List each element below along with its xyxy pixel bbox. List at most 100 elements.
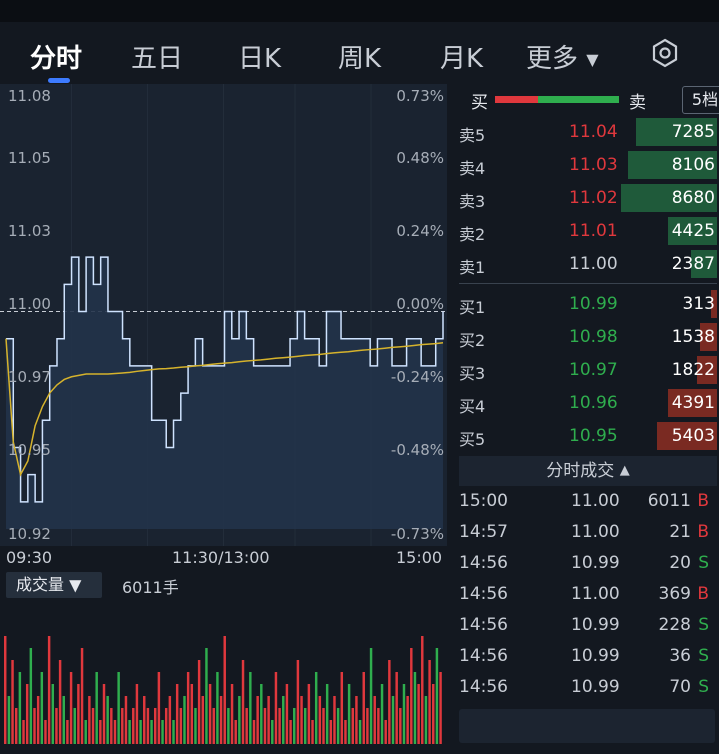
ask-level-row[interactable]: 卖5 11.04 7285 bbox=[459, 117, 717, 147]
volume-bar bbox=[121, 708, 124, 744]
ask-level-row[interactable]: 卖2 11.01 4425 bbox=[459, 216, 717, 246]
price-tick: 10.97 bbox=[8, 368, 51, 386]
trade-time: 14:56 bbox=[459, 677, 508, 697]
time-tick-open: 09:30 bbox=[6, 548, 53, 567]
level-price: 11.00 bbox=[569, 254, 618, 274]
level-volume: 5403 bbox=[671, 426, 715, 446]
volume-bar bbox=[22, 720, 25, 744]
volume-bar bbox=[260, 684, 263, 744]
bid-level-row[interactable]: 买2 10.98 1538 bbox=[459, 322, 717, 352]
trade-volume: 36 bbox=[669, 646, 691, 666]
volume-bar bbox=[366, 708, 369, 744]
trade-time: 14:56 bbox=[459, 553, 508, 573]
volume-bar bbox=[51, 684, 55, 744]
trade-time: 14:56 bbox=[459, 584, 508, 604]
volume-bar bbox=[238, 696, 241, 744]
volume-bar bbox=[128, 720, 131, 744]
volume-bar bbox=[289, 720, 292, 744]
trade-time: 14:56 bbox=[459, 646, 508, 666]
volume-bar bbox=[216, 672, 219, 744]
tab-weekly-k[interactable]: 周K bbox=[338, 38, 381, 75]
volume-bar bbox=[293, 708, 296, 744]
bid-level-row[interactable]: 买5 10.95 5403 bbox=[459, 421, 717, 451]
time-tick-midday: 11:30/13:00 bbox=[172, 548, 270, 567]
volume-bar bbox=[33, 708, 36, 744]
volume-bar bbox=[117, 672, 120, 744]
volume-selector[interactable]: 成交量 ▼ bbox=[6, 572, 102, 598]
level-price: 10.96 bbox=[569, 393, 618, 413]
volume-bar bbox=[395, 672, 398, 744]
trade-price: 10.99 bbox=[571, 677, 620, 697]
volume-bar bbox=[325, 684, 329, 744]
price-tick: 11.05 bbox=[8, 149, 51, 167]
trade-volume: 21 bbox=[669, 522, 691, 542]
time-tick-close: 15:00 bbox=[396, 548, 443, 567]
ask-level-row[interactable]: 卖3 11.02 8680 bbox=[459, 183, 717, 213]
trade-side: B bbox=[697, 491, 709, 511]
bid-level-row[interactable]: 买1 10.99 313 bbox=[459, 289, 717, 319]
bid-level-row[interactable]: 买3 10.97 1822 bbox=[459, 355, 717, 385]
volume-bar bbox=[40, 672, 44, 744]
level-price: 10.95 bbox=[569, 426, 618, 446]
trade-price: 10.99 bbox=[571, 646, 620, 666]
trade-volume: 70 bbox=[669, 677, 691, 697]
volume-bar bbox=[278, 708, 281, 744]
gear-icon[interactable] bbox=[650, 38, 680, 68]
level-label: 卖4 bbox=[459, 159, 486, 178]
ratio-bar bbox=[495, 96, 619, 103]
trade-volume: 6011 bbox=[647, 491, 691, 511]
volume-bar bbox=[179, 708, 183, 744]
volume-bar bbox=[296, 660, 300, 744]
intraday-chart[interactable] bbox=[0, 84, 447, 546]
volume-bar bbox=[384, 720, 387, 744]
orderbook-panel: 买 卖 5档 卖5 11.04 7285 卖4 11.03 8106 卖3 11.02 8680… bbox=[447, 84, 719, 754]
volume-bar bbox=[143, 696, 146, 744]
tab-more[interactable]: 更多 ▼ bbox=[526, 38, 599, 75]
trades-header[interactable]: 分时成交 ▲ bbox=[459, 456, 717, 486]
volume-bar bbox=[7, 696, 11, 744]
caret-down-icon: ▼ bbox=[69, 575, 82, 595]
volume-bar bbox=[344, 720, 347, 744]
level-volume: 1822 bbox=[671, 360, 715, 380]
price-tick: 10.92 bbox=[8, 525, 51, 543]
trade-volume: 228 bbox=[658, 615, 691, 635]
level-volume: 313 bbox=[682, 294, 715, 314]
ask-level-row[interactable]: 卖4 11.03 8106 bbox=[459, 150, 717, 180]
level-price: 11.04 bbox=[569, 122, 618, 142]
volume-bar bbox=[263, 708, 267, 744]
tab-daily-k[interactable]: 日K bbox=[238, 38, 281, 75]
trade-price: 10.99 bbox=[571, 553, 620, 573]
volume-bar bbox=[347, 684, 351, 744]
level-label: 买3 bbox=[459, 364, 486, 383]
volume-bar bbox=[29, 648, 33, 744]
tab-monthly-k[interactable]: 月K bbox=[440, 38, 483, 75]
volume-chart-svg bbox=[4, 636, 442, 744]
level-price: 11.02 bbox=[569, 188, 618, 208]
tab-intraday[interactable]: 分时 bbox=[30, 38, 82, 75]
ask-level-row[interactable]: 卖1 11.00 2387 bbox=[459, 249, 717, 279]
depth-level-button[interactable]: 5档 bbox=[682, 86, 719, 114]
volume-bar bbox=[417, 684, 420, 744]
volume-bar bbox=[153, 708, 157, 744]
volume-bar bbox=[113, 720, 117, 744]
level-label: 卖5 bbox=[459, 126, 486, 145]
volume-bar bbox=[11, 660, 14, 744]
level-volume: 1538 bbox=[671, 327, 715, 347]
volume-bar bbox=[186, 672, 190, 744]
level-price: 10.97 bbox=[569, 360, 618, 380]
volume-bar bbox=[406, 696, 409, 744]
volume-bar bbox=[351, 708, 354, 744]
volume-bar bbox=[73, 708, 76, 744]
volume-bar bbox=[410, 648, 413, 744]
trade-row: 14:56 10.99 70 S bbox=[459, 674, 717, 702]
volume-bar bbox=[377, 708, 380, 744]
level-price: 11.03 bbox=[569, 155, 618, 175]
level-volume: 2387 bbox=[671, 254, 715, 274]
tab-five-day[interactable]: 五日 bbox=[131, 38, 183, 75]
trade-row: 15:00 11.00 6011 B bbox=[459, 488, 717, 516]
volume-bar bbox=[106, 696, 109, 744]
trade-price: 10.99 bbox=[571, 615, 620, 635]
trade-side: S bbox=[698, 677, 709, 697]
volume-bar bbox=[36, 696, 40, 744]
bid-level-row[interactable]: 买4 10.96 4391 bbox=[459, 388, 717, 418]
